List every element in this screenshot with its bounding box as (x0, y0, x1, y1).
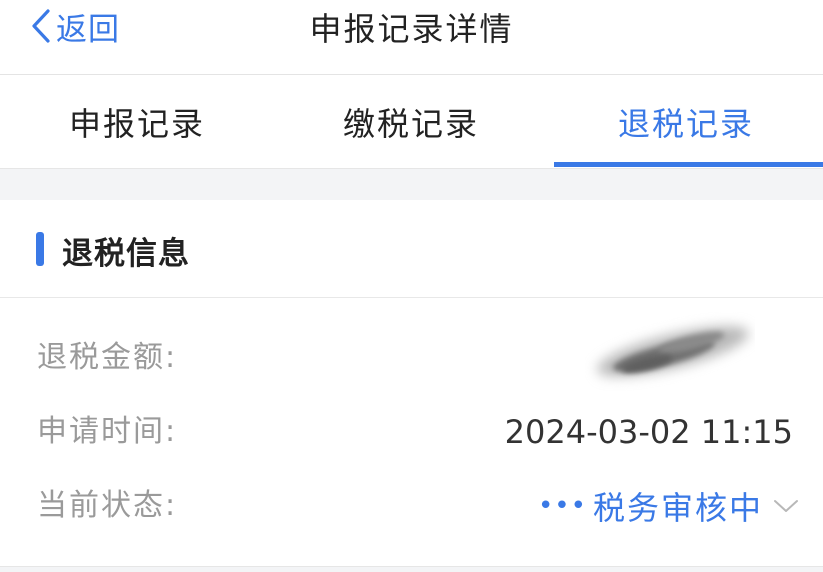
redacted-amount-value (585, 312, 755, 392)
bottom-divider (0, 566, 823, 572)
tab-refund-records[interactable]: 退税记录 (549, 75, 823, 168)
page-title: 申报记录详情 (309, 10, 514, 48)
section-divider-band (0, 169, 823, 200)
status-dropdown[interactable]: ••• 税务审核中 (538, 476, 799, 536)
refund-amount-label: 退税金额: (37, 340, 178, 375)
refund-info-section-header: 退税信息 (0, 200, 823, 298)
tab-declaration-records[interactable]: 申报记录 (0, 75, 274, 168)
ellipsis-icon: ••• (537, 491, 587, 521)
section-title: 退税信息 (62, 236, 190, 272)
active-tab-indicator (554, 162, 823, 167)
apply-time-row: 申请时间: 2024-03-02 11:15 (0, 402, 823, 462)
nav-bar: 返回 申报记录详情 (0, 0, 823, 75)
status-value: 税务审核中 (592, 489, 763, 527)
chevron-down-icon (773, 498, 799, 514)
tab-payment-records[interactable]: 缴税记录 (274, 75, 548, 168)
current-status-label: 当前状态: (37, 488, 178, 523)
apply-time-value: 2024-03-02 11:15 (504, 413, 793, 451)
current-status-row: 当前状态: ••• 税务审核中 (0, 476, 823, 536)
section-marker (36, 232, 44, 266)
apply-time-label: 申请时间: (37, 414, 178, 449)
tab-bar: 申报记录 缴税记录 退税记录 (0, 75, 823, 169)
